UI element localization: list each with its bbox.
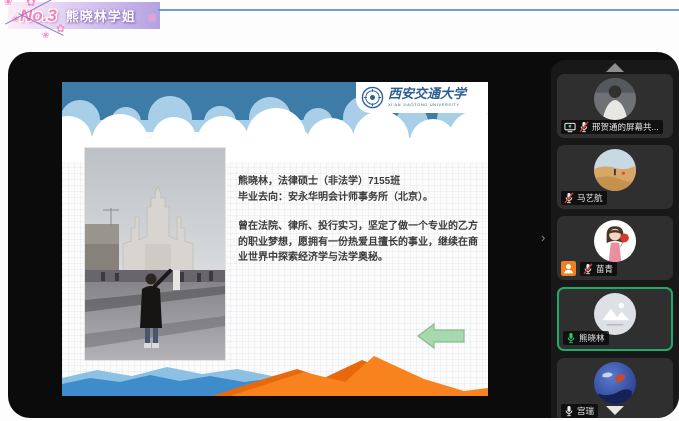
participant-tile-active-speaker[interactable]: 熊晓林 bbox=[557, 287, 673, 351]
avatar bbox=[594, 149, 636, 191]
mic-muted-icon bbox=[579, 121, 589, 133]
participant-tile[interactable]: 马艺航 bbox=[557, 145, 673, 209]
participants-panel: 邢贺通的屏幕共... bbox=[551, 60, 679, 418]
participant-name: 邢贺通的屏幕共... bbox=[592, 121, 659, 133]
participant-label: 熊晓林 bbox=[563, 331, 609, 345]
participant-name: 宫瑞 bbox=[577, 405, 594, 417]
profile-line2: 毕业去向：安永华明会计师事务所（北京）。 bbox=[238, 190, 480, 206]
blossom-icon: ❀ bbox=[42, 30, 50, 41]
presentation-slide: 西安交通大学 XI'AN JIAOTONG UNIVERSITY bbox=[62, 82, 488, 396]
participant-tiles: 邢贺通的屏幕共... bbox=[557, 74, 673, 418]
participant-label: 苗青 bbox=[580, 262, 617, 276]
university-emblem-icon bbox=[361, 86, 384, 109]
host-badge-icon bbox=[561, 261, 576, 276]
participant-tile-host[interactable]: 苗青 bbox=[557, 216, 673, 280]
participant-label: 宫瑞 bbox=[561, 404, 598, 418]
section-number: No.3 bbox=[20, 6, 57, 26]
section-title: 熊晓林学姐 bbox=[66, 6, 136, 25]
header-divider-line bbox=[158, 9, 679, 11]
section-banner: No.3 熊晓林学姐 bbox=[8, 2, 160, 29]
avatar bbox=[594, 220, 636, 262]
participant-label: 邢贺通的屏幕共... bbox=[561, 120, 663, 134]
profile-paragraph: 曾在法院、律所、投行实习，坚定了做一个专业的乙方的职业梦想，愿拥有一份热爱且擅长… bbox=[238, 219, 480, 266]
participant-tile-screenshare[interactable]: 邢贺通的屏幕共... bbox=[557, 74, 673, 138]
mic-active-icon bbox=[566, 332, 576, 344]
left-arrow-icon bbox=[416, 322, 466, 350]
wave-footer-graphic bbox=[62, 348, 488, 396]
university-name-cn: 西安交通大学 bbox=[388, 88, 466, 101]
scroll-up-arrow-icon[interactable] bbox=[606, 63, 624, 72]
mic-muted-icon bbox=[583, 263, 593, 275]
avatar bbox=[594, 78, 636, 120]
alumni-photo bbox=[85, 148, 225, 360]
profile-line1: 熊晓林，法律硕士（非法学）7155班 bbox=[238, 174, 480, 190]
mic-muted-icon bbox=[564, 192, 574, 204]
sidebar-collapse-chevron-icon[interactable]: › bbox=[541, 230, 545, 245]
screen-share-icon bbox=[564, 122, 576, 133]
participant-name: 熊晓林 bbox=[579, 332, 605, 344]
university-logo: 西安交通大学 XI'AN JIAOTONG UNIVERSITY bbox=[356, 82, 488, 113]
participant-name: 马艺航 bbox=[577, 192, 603, 204]
avatar bbox=[594, 293, 636, 335]
university-name-en: XI'AN JIAOTONG UNIVERSITY bbox=[388, 103, 466, 107]
mic-icon bbox=[564, 405, 574, 417]
meeting-shared-screen: 西安交通大学 XI'AN JIAOTONG UNIVERSITY bbox=[8, 52, 679, 418]
avatar bbox=[594, 362, 636, 404]
scroll-down-arrow-icon[interactable] bbox=[606, 406, 624, 415]
participant-label: 马艺航 bbox=[561, 191, 607, 205]
participant-name: 苗青 bbox=[596, 263, 613, 275]
profile-text: 熊晓林，法律硕士（非法学）7155班 毕业去向：安永华明会计师事务所（北京）。 … bbox=[238, 174, 480, 266]
